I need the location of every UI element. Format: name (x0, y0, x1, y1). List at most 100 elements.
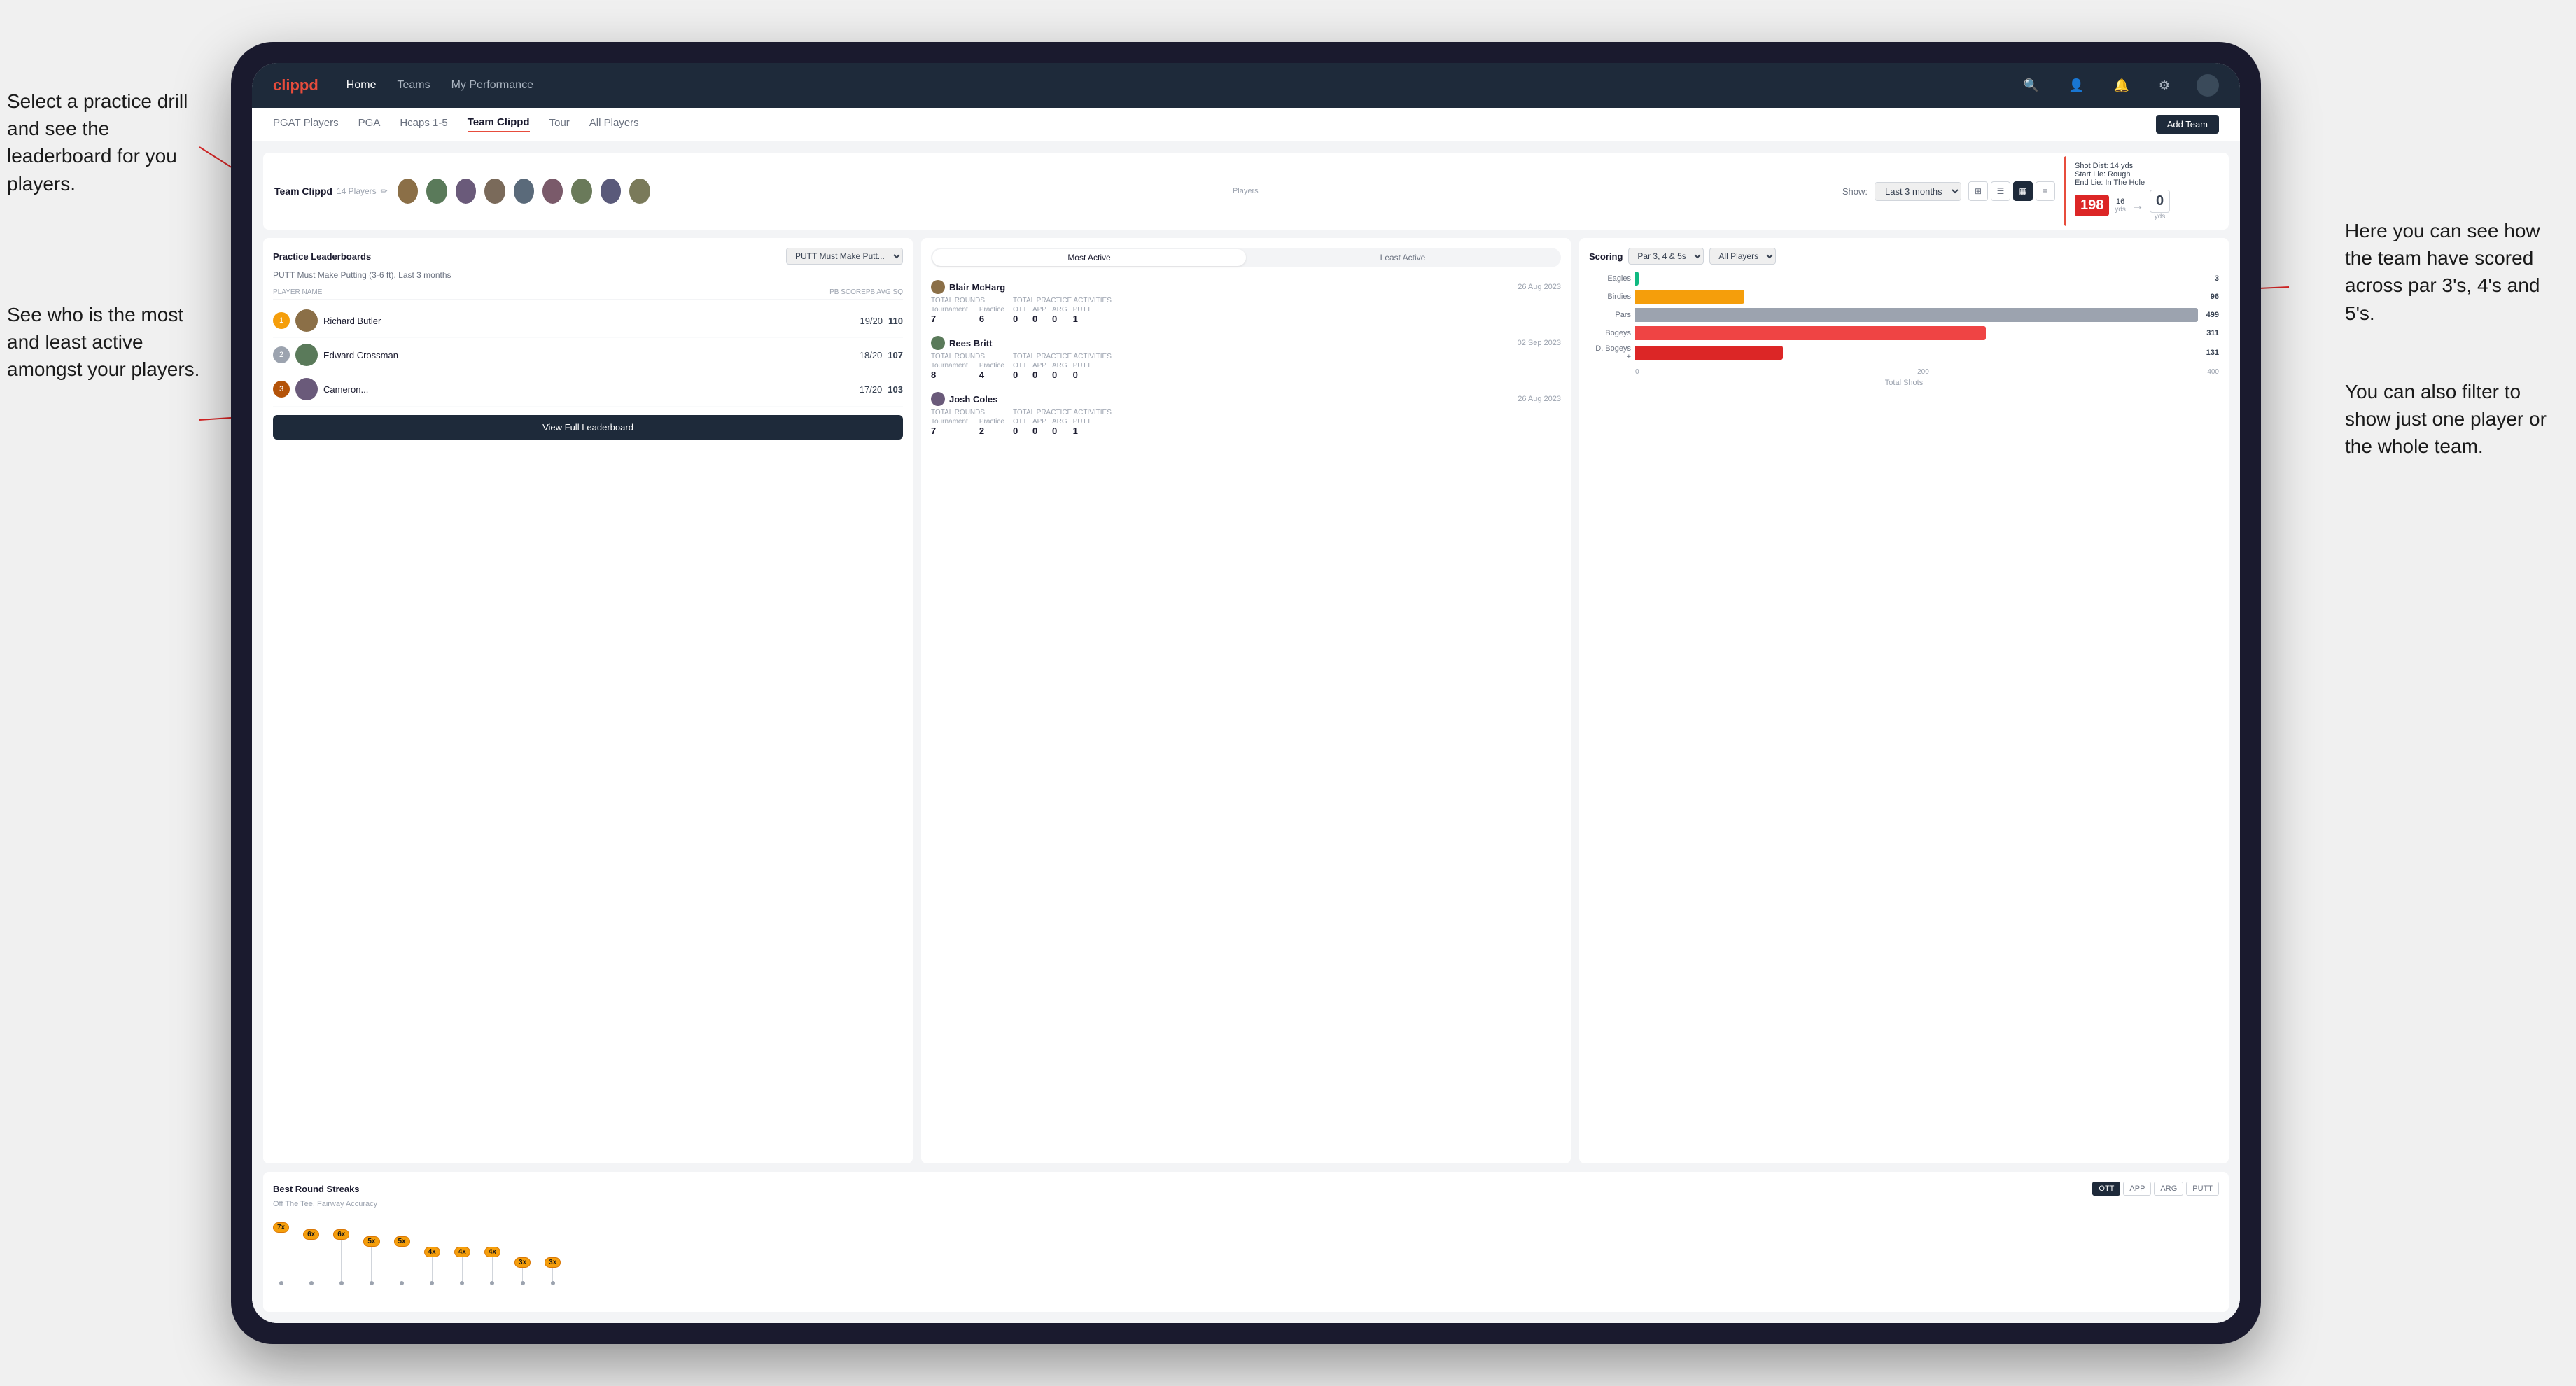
player-avatar-5 (512, 177, 536, 205)
settings-icon[interactable]: ⚙ (2159, 78, 2170, 93)
card-view-btn[interactable]: ▦ (2013, 181, 2033, 201)
activity-date-1: 26 Aug 2023 (1518, 283, 1561, 291)
table-view-btn[interactable]: ☰ (1991, 181, 2010, 201)
search-icon[interactable]: 🔍 (2024, 78, 2039, 93)
ott-val-2: 0 (1013, 370, 1027, 380)
streak-section: Best Round Streaks OTT APP ARG PUTT Off … (263, 1172, 2229, 1312)
x-label-200: 200 (1917, 368, 1929, 376)
nav-home[interactable]: Home (346, 79, 377, 92)
main-content: Team Clippd 14 Players ✏ Players (252, 141, 2240, 1323)
streak-chart: 7x 6x 6x 5x (273, 1215, 2219, 1299)
activity-card: Most Active Least Active Blair McHarg 26… (921, 238, 1571, 1163)
lb-name-2: Edward Crossman (323, 350, 398, 360)
activity-player-name-3: Josh Coles (931, 392, 997, 406)
scoring-player-filter[interactable]: All Players (1709, 248, 1776, 265)
streak-subtitle: Off The Tee, Fairway Accuracy (273, 1200, 2219, 1208)
streak-badge-6: 4x (424, 1247, 440, 1257)
streak-badge-7: 4x (454, 1247, 470, 1257)
bell-icon[interactable]: 🔔 (2113, 78, 2129, 93)
putt-val-1: 1 (1073, 314, 1091, 324)
scoring-chart: Eagles 3 Birdies 96 (1589, 272, 2219, 387)
leaderboard-drill-select[interactable]: PUTT Must Make Putt... (786, 248, 903, 265)
eagles-bar (1635, 272, 1639, 286)
streak-dot-3 (340, 1281, 344, 1285)
edit-icon[interactable]: ✏ (381, 186, 388, 196)
shot-end-lie: End Lie: In The Hole (2075, 178, 2209, 187)
streak-line-6 (432, 1257, 433, 1281)
person-icon[interactable]: 👤 (2068, 78, 2084, 93)
scoring-par-filter[interactable]: Par 3, 4 & 5s (1628, 248, 1704, 265)
eagles-bar-wrap (1635, 272, 2208, 286)
streak-badge-5: 5x (394, 1236, 410, 1247)
player-avatar-8 (599, 177, 622, 205)
show-select[interactable]: Last 3 months Last 6 months Last year (1875, 182, 1961, 201)
toggle-most-active[interactable]: Most Active (932, 249, 1246, 266)
practice-val-2: 4 (979, 370, 1004, 380)
annotation-top-right: Here you can see how the team have score… (2345, 217, 2569, 327)
subnav-pgat[interactable]: PGAT Players (273, 117, 339, 132)
subnav-tour[interactable]: Tour (550, 117, 570, 132)
chart-row-eagles: Eagles 3 (1589, 272, 2219, 286)
shot-dist-yds: yds (2115, 206, 2126, 214)
activity-player-name-2: Rees Britt (931, 336, 992, 350)
total-rounds-label-1: Total Rounds (931, 297, 1004, 304)
birdies-val: 96 (2211, 293, 2219, 301)
streak-line-8 (492, 1257, 493, 1281)
streak-tab-arg[interactable]: ARG (2154, 1182, 2183, 1196)
streak-point-8: 4x (484, 1247, 500, 1285)
subnav-all-players[interactable]: All Players (589, 117, 639, 132)
streak-point-3: 6x (333, 1229, 349, 1285)
annotation-top-left: Select a practice drill and see the lead… (7, 88, 203, 197)
subnav-team-clippd[interactable]: Team Clippd (468, 116, 530, 132)
streak-tab-ott[interactable]: OTT (2092, 1182, 2120, 1196)
eagles-val: 3 (2215, 274, 2219, 283)
view-icons: ⊞ ☰ ▦ ≡ (1968, 181, 2055, 201)
x-label-0: 0 (1635, 368, 1639, 376)
lb-name-1: Richard Butler (323, 316, 381, 326)
birdies-label: Birdies (1589, 293, 1631, 301)
list-item: Josh Coles 26 Aug 2023 Total Rounds Tour… (931, 386, 1561, 442)
player-avatar-1 (396, 177, 419, 205)
nav-teams[interactable]: Teams (397, 79, 430, 92)
player-info-3: Cameron... (295, 378, 854, 400)
pars-bar-wrap (1635, 308, 2199, 322)
nav-my-performance[interactable]: My Performance (451, 79, 533, 92)
streak-dot-9 (521, 1281, 525, 1285)
streak-tab-app[interactable]: APP (2123, 1182, 2151, 1196)
toggle-least-active[interactable]: Least Active (1246, 249, 1560, 266)
leaderboard-subtitle: PUTT Must Make Putting (3-6 ft), Last 3 … (273, 270, 903, 280)
shot-arrow-icon: → (2132, 198, 2144, 213)
tablet-frame: clippd Home Teams My Performance 🔍 👤 🔔 ⚙… (231, 42, 2261, 1344)
streak-badge-10: 3x (545, 1257, 561, 1268)
lb-name-3: Cameron... (323, 384, 368, 395)
team-title: Team Clippd (274, 186, 332, 197)
navbar: clippd Home Teams My Performance 🔍 👤 🔔 ⚙ (252, 63, 2240, 108)
x-label-400: 400 (2207, 368, 2219, 376)
chart-row-birdies: Birdies 96 (1589, 290, 2219, 304)
grid-view-btn[interactable]: ⊞ (1968, 181, 1988, 201)
subnav-pga[interactable]: PGA (358, 117, 381, 132)
chart-x-axis: 0 200 400 (1589, 365, 2219, 376)
practice-val-1: 6 (979, 314, 1004, 324)
streak-dot-1 (279, 1281, 284, 1285)
practice-leaderboard-card: Practice Leaderboards PUTT Must Make Put… (263, 238, 913, 1163)
col-player-name: PLAYER NAME (273, 288, 830, 296)
shot-start-lie: Start Lie: Rough (2075, 170, 2209, 178)
streak-badge-3: 6x (333, 1229, 349, 1240)
scoring-card: Scoring Par 3, 4 & 5s All Players Eagles (1579, 238, 2229, 1163)
add-team-button[interactable]: Add Team (2156, 115, 2219, 134)
streak-dot-4 (370, 1281, 374, 1285)
player-info-2: Edward Crossman (295, 344, 854, 366)
lb-avatar-3 (295, 378, 318, 400)
table-row: 3 Cameron... 17/20 103 (273, 372, 903, 407)
tablet-screen: clippd Home Teams My Performance 🔍 👤 🔔 ⚙… (252, 63, 2240, 1323)
view-full-leaderboard-button[interactable]: View Full Leaderboard (273, 415, 903, 440)
app-val-3: 0 (1032, 426, 1046, 436)
streak-tab-putt[interactable]: PUTT (2186, 1182, 2219, 1196)
avatar[interactable] (2197, 74, 2219, 97)
scoring-header: Scoring Par 3, 4 & 5s All Players (1589, 248, 2219, 265)
streak-dot-6 (430, 1281, 434, 1285)
eagles-label: Eagles (1589, 274, 1631, 283)
list-view-btn[interactable]: ≡ (2036, 181, 2055, 201)
subnav-hcaps[interactable]: Hcaps 1-5 (400, 117, 447, 132)
